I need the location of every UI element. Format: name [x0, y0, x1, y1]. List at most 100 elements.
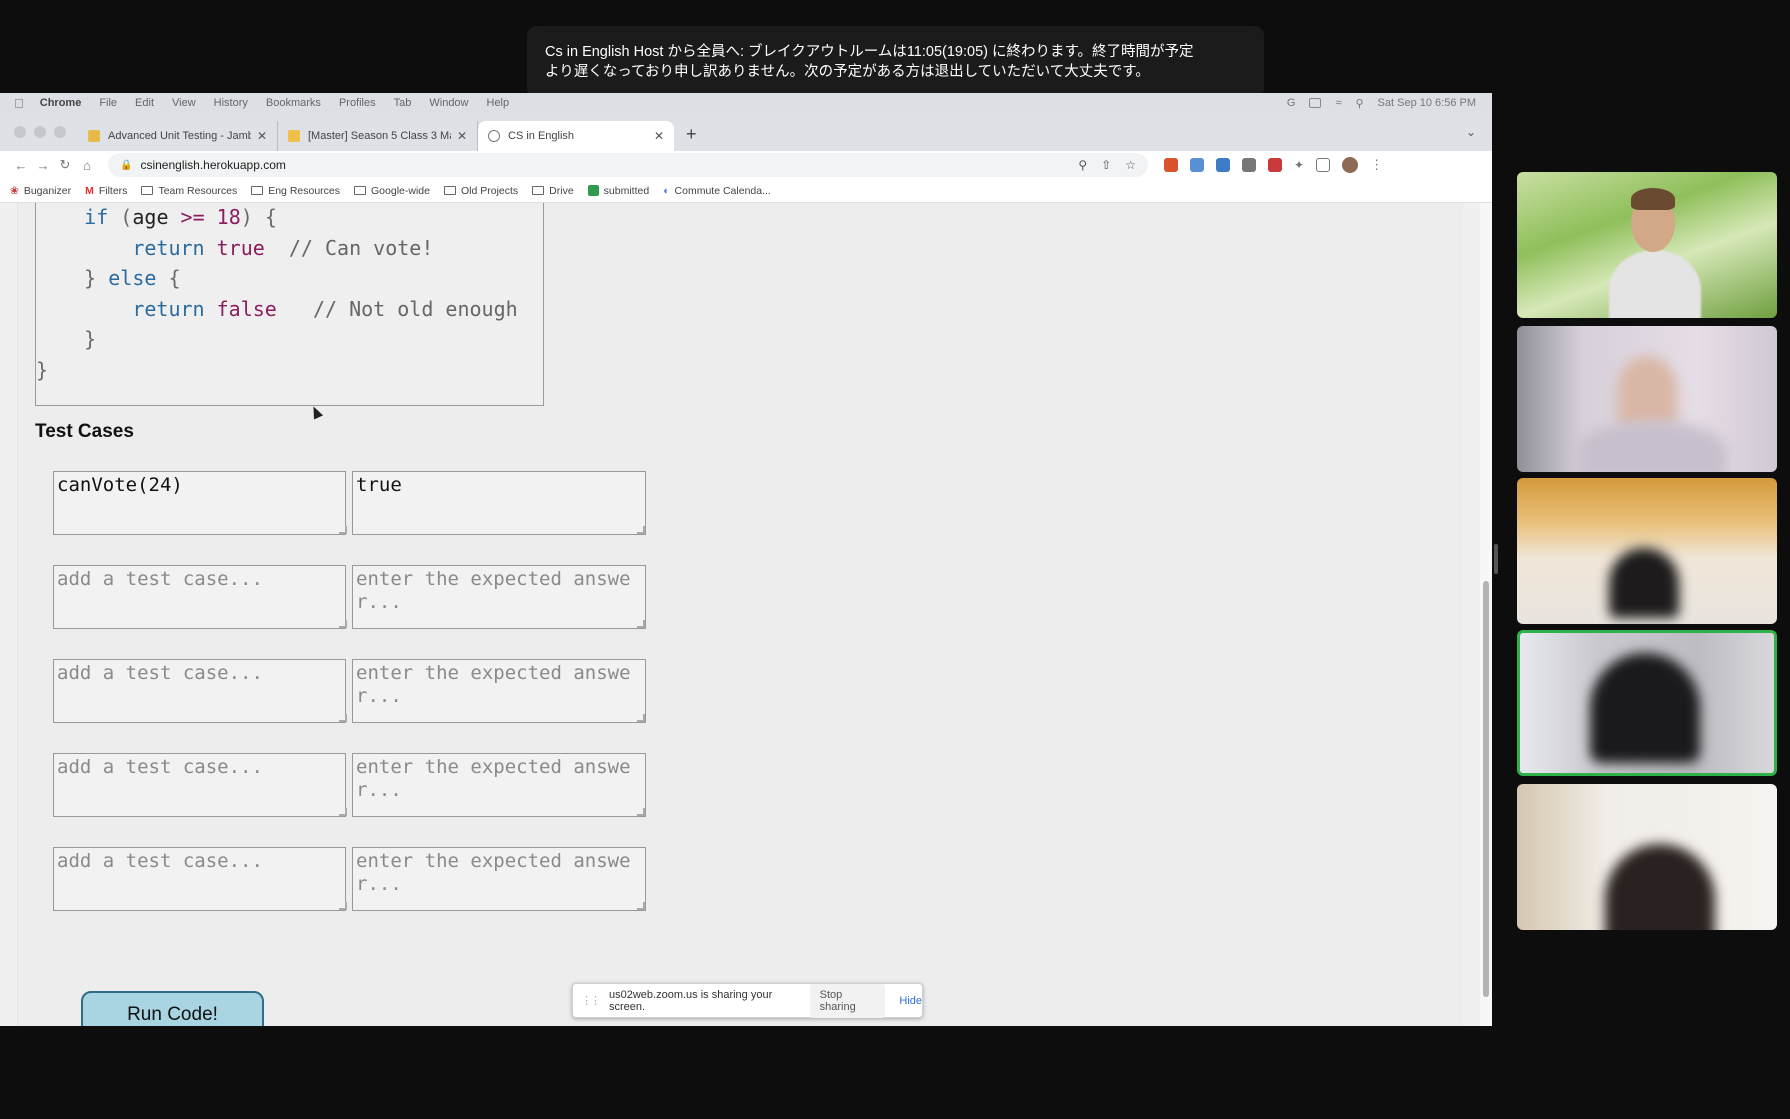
run-code-button[interactable]: Run Code!: [81, 991, 264, 1026]
reload-icon[interactable]: ↻: [54, 157, 76, 173]
folder-icon: [141, 186, 154, 195]
window-controls: [14, 126, 66, 138]
expected-answer-input[interactable]: enter the expected answer...: [352, 753, 646, 817]
maximize-window-icon[interactable]: [54, 126, 66, 138]
menu-view[interactable]: View: [172, 97, 196, 109]
lock-icon[interactable]: 🔒: [120, 160, 132, 171]
address-url[interactable]: csinenglish.herokuapp.com: [140, 158, 285, 172]
folder-icon: [251, 186, 264, 195]
zoom-magnifier-icon[interactable]: ⚲: [1078, 158, 1087, 172]
extension-icon[interactable]: [1242, 158, 1256, 172]
back-arrow-icon[interactable]: ←: [10, 158, 32, 173]
bookmark-star-icon[interactable]: ☆: [1125, 158, 1136, 172]
participant-video[interactable]: [1517, 478, 1777, 624]
resize-handle-icon[interactable]: [339, 808, 347, 816]
resize-handle-icon[interactable]: [637, 902, 645, 910]
browser-tab[interactable]: Advanced Unit Testing - Jamb ✕: [78, 121, 278, 151]
participant-video[interactable]: [1517, 172, 1777, 318]
tab-close-icon[interactable]: ✕: [257, 129, 267, 143]
forward-arrow-icon[interactable]: →: [32, 158, 54, 173]
extension-icon[interactable]: [1268, 158, 1282, 172]
resize-handle-icon[interactable]: [637, 714, 645, 722]
test-case-input[interactable]: canVote(24): [53, 471, 346, 535]
menu-window[interactable]: Window: [429, 97, 468, 109]
resize-handle-icon[interactable]: [637, 526, 645, 534]
commute-icon: ◐: [663, 184, 670, 197]
home-icon[interactable]: ⌂: [76, 158, 98, 173]
test-case-input[interactable]: add a test case...: [53, 565, 346, 629]
tab-favicon: [88, 130, 100, 142]
menu-clock[interactable]: Sat Sep 10 6:56 PM: [1378, 97, 1476, 109]
share-icon[interactable]: ⇧: [1101, 158, 1111, 172]
drag-grip-icon[interactable]: ⋮⋮: [581, 994, 601, 1007]
kebab-menu-icon[interactable]: ⋮: [1370, 157, 1383, 173]
apple-icon[interactable]: : [14, 96, 24, 111]
battery-icon[interactable]: [1309, 98, 1322, 108]
hide-button[interactable]: Hide: [899, 995, 922, 1007]
expected-answer-input[interactable]: enter the expected answer...: [352, 847, 646, 911]
bookmark-submitted[interactable]: submitted: [587, 185, 649, 197]
bookmark-commute-calendar[interactable]: ◐ Commute Calenda...: [663, 185, 771, 197]
resize-handle-icon[interactable]: [637, 808, 645, 816]
tab-search-chevron-icon[interactable]: ⌄: [1466, 125, 1476, 139]
extension-icon[interactable]: [1216, 158, 1230, 172]
participant-video-active-speaker[interactable]: [1517, 630, 1777, 776]
close-window-icon[interactable]: [14, 126, 26, 138]
minimize-window-icon[interactable]: [34, 126, 46, 138]
browser-tab[interactable]: [Master] Season 5 Class 3 Ma ✕: [278, 121, 478, 151]
resize-handle-icon[interactable]: [339, 526, 347, 534]
resize-handle-icon[interactable]: [339, 620, 347, 628]
bookmark-eng-resources[interactable]: Eng Resources: [251, 185, 340, 197]
menu-app-name[interactable]: Chrome: [40, 97, 82, 109]
expected-answer-input[interactable]: enter the expected answer...: [352, 659, 646, 723]
bookmark-filters[interactable]: M Filters: [85, 185, 127, 197]
stop-sharing-button[interactable]: Stop sharing: [809, 983, 886, 1018]
menu-file[interactable]: File: [99, 97, 117, 109]
address-bar[interactable]: 🔒 csinenglish.herokuapp.com ⚲ ⇧ ☆: [108, 153, 1148, 177]
share-message: us02web.zoom.us is sharing your screen.: [609, 988, 773, 1013]
bookmark-drive[interactable]: Drive: [532, 185, 574, 197]
participant-figure: [1617, 356, 1677, 426]
bookmark-google-wide[interactable]: Google-wide: [354, 185, 430, 197]
browser-tab-active[interactable]: CS in English ✕: [478, 121, 674, 151]
side-panel-icon[interactable]: [1316, 158, 1331, 172]
tab-favicon: [288, 130, 300, 142]
test-case-input[interactable]: add a test case...: [53, 847, 346, 911]
page-scrollbar[interactable]: [1480, 203, 1492, 1026]
tab-close-icon[interactable]: ✕: [654, 129, 664, 143]
menu-profiles[interactable]: Profiles: [339, 97, 376, 109]
wifi-icon[interactable]: ≈: [1335, 97, 1341, 109]
menu-tab[interactable]: Tab: [394, 97, 412, 109]
menu-history[interactable]: History: [214, 97, 248, 109]
test-case-row: add a test case... enter the expected an…: [53, 753, 646, 817]
test-case-row: add a test case... enter the expected an…: [53, 565, 646, 629]
extension-icon[interactable]: [1190, 158, 1204, 172]
bookmark-team-resources[interactable]: Team Resources: [141, 185, 237, 197]
bookmarks-bar: ❀ Buganizer M Filters Team Resources Eng R…: [0, 179, 1492, 203]
resize-handle-icon[interactable]: [339, 902, 347, 910]
puzzle-icon[interactable]: ✦: [1294, 158, 1304, 172]
menu-bookmarks[interactable]: Bookmarks: [266, 97, 321, 109]
resize-handle-icon[interactable]: [637, 620, 645, 628]
google-icon[interactable]: G: [1287, 97, 1296, 109]
test-case-input[interactable]: add a test case...: [53, 753, 346, 817]
test-case-row: add a test case... enter the expected an…: [53, 659, 646, 723]
scrollbar-thumb[interactable]: [1483, 581, 1489, 997]
menu-edit[interactable]: Edit: [135, 97, 154, 109]
expected-answer-input[interactable]: true: [352, 471, 646, 535]
new-tab-icon[interactable]: +: [686, 124, 697, 145]
test-case-input[interactable]: add a test case...: [53, 659, 346, 723]
extension-icon[interactable]: [1164, 158, 1178, 172]
bookmark-buganizer[interactable]: ❀ Buganizer: [10, 185, 71, 197]
globe-icon: [488, 130, 500, 142]
participant-video[interactable]: [1517, 784, 1777, 930]
panel-resize-handle[interactable]: [1494, 544, 1498, 574]
spotlight-search-icon[interactable]: ⚲: [1355, 97, 1363, 110]
bookmark-old-projects[interactable]: Old Projects: [443, 185, 518, 197]
participant-video[interactable]: [1517, 326, 1777, 472]
tab-close-icon[interactable]: ✕: [457, 129, 467, 143]
resize-handle-icon[interactable]: [339, 714, 347, 722]
menu-help[interactable]: Help: [487, 97, 510, 109]
avatar[interactable]: [1342, 157, 1359, 173]
expected-answer-input[interactable]: enter the expected answer...: [352, 565, 646, 629]
